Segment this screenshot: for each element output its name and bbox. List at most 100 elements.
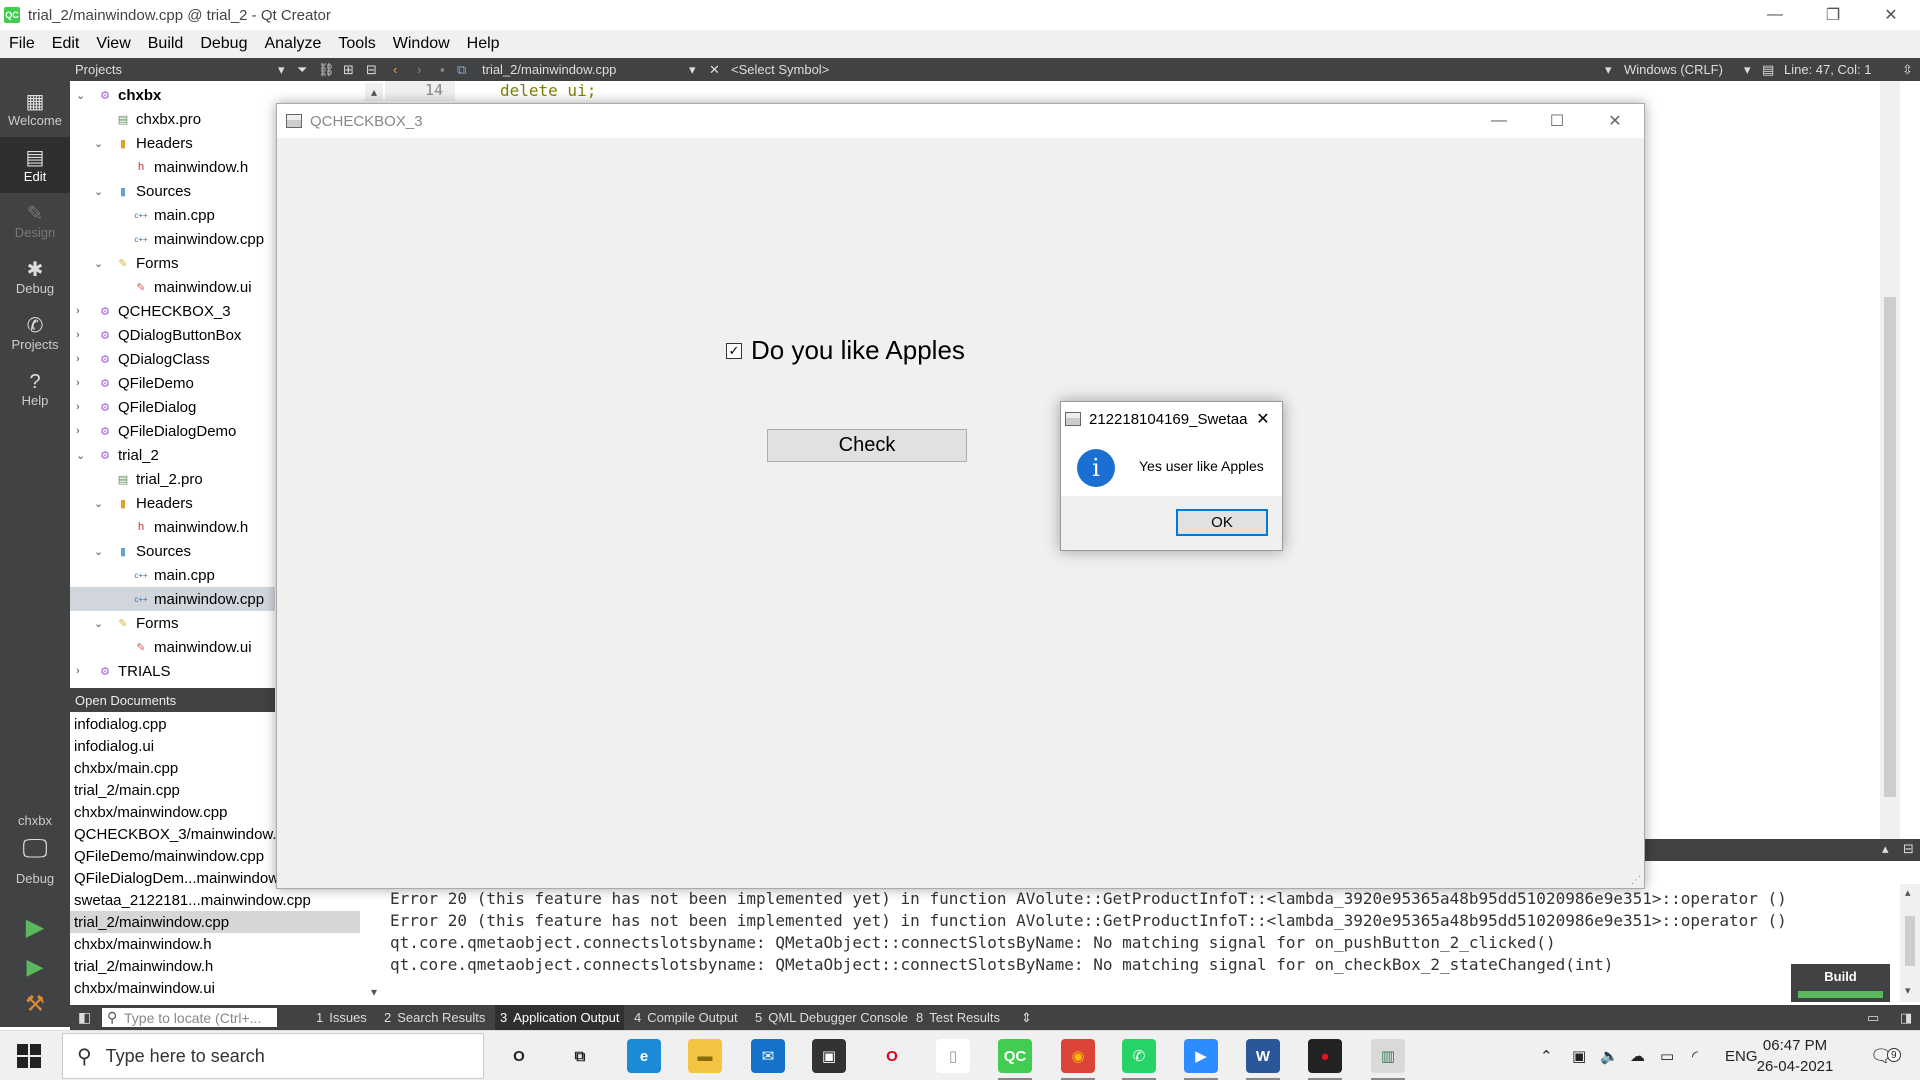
toggle-sidebar-icon[interactable]: ◧ [78, 1005, 91, 1030]
output-tab-test-results[interactable]: 8 Test Results [916, 1005, 1000, 1030]
tree-item[interactable]: h mainwindow.h [70, 515, 275, 539]
tree-item[interactable]: ⌄ ▮ Headers [70, 491, 275, 515]
mode-welcome[interactable]: ▦ Welcome [0, 81, 70, 137]
collapsed-arrow-icon[interactable]: › [76, 665, 86, 677]
show-hidden-icons-icon[interactable]: ⌃ [1540, 1031, 1553, 1080]
tree-item[interactable]: › ⚙ QFileDialog [70, 395, 275, 419]
file-dropdown-icon[interactable]: ▾ [689, 58, 696, 81]
task-view-icon[interactable]: ⧉ [563, 1039, 597, 1073]
close-sidebar-icon[interactable]: ⊟ [366, 58, 377, 81]
expanded-arrow-icon[interactable]: ⌄ [94, 257, 104, 270]
close-document-icon[interactable]: ✕ [709, 58, 720, 81]
battery-icon[interactable]: ▭ [1660, 1031, 1674, 1080]
split-icon[interactable]: ⊞ [343, 58, 354, 81]
collapsed-arrow-icon[interactable]: › [76, 305, 86, 317]
tree-item[interactable]: ✎ mainwindow.ui [70, 635, 275, 659]
mode-projects[interactable]: ✆ Projects [0, 305, 70, 361]
cursor-position[interactable]: Line: 47, Col: 1 [1784, 58, 1871, 81]
tree-item[interactable]: › ⚙ QDialogClass [70, 347, 275, 371]
checkbox-box[interactable]: ✓ [726, 342, 742, 359]
tree-item[interactable]: h mainwindow.h [70, 155, 275, 179]
editor-scrollbar[interactable] [1880, 81, 1900, 839]
line-endings-dropdown-icon[interactable]: ▾ [1744, 58, 1751, 81]
code-line[interactable]: delete ui; [500, 81, 596, 100]
open-document-item[interactable]: swetaa_2122181...mainwindow.cpp [70, 889, 360, 911]
tree-item[interactable]: › ⚙ QFileDemo [70, 371, 275, 395]
tree-item[interactable]: ⌄ ▮ Sources [70, 539, 275, 563]
taskbar-search-box[interactable]: ⚲ Type here to search [62, 1033, 484, 1079]
output-tab-qml-debugger-console[interactable]: 5 QML Debugger Console [755, 1005, 908, 1030]
menu-file[interactable]: File [0, 35, 43, 53]
forward-arrow-icon[interactable]: › [417, 58, 421, 81]
notepad-icon[interactable]: ▯ [936, 1039, 970, 1073]
tree-item[interactable]: ⌄ ▮ Headers [70, 131, 275, 155]
restore-icon[interactable]: ❐ [1804, 0, 1862, 30]
language-indicator[interactable]: ENG [1725, 1031, 1758, 1080]
maximize-pane-icon[interactable]: ▴ [1882, 841, 1889, 857]
message-box-close-icon[interactable]: ✕ [1248, 402, 1278, 436]
onedrive-icon[interactable]: ☁ [1630, 1031, 1645, 1080]
tree-item[interactable]: ✎ mainwindow.ui [70, 275, 275, 299]
run-icon[interactable]: ▶ [0, 913, 70, 942]
kit-config-label[interactable]: Debug [0, 871, 70, 886]
link-icon[interactable]: ⛓ [318, 58, 335, 81]
monitor-icon[interactable]: 🖵 [0, 833, 70, 865]
output-tab-compile-output[interactable]: 4 Compile Output [634, 1005, 738, 1030]
expanded-arrow-icon[interactable]: ⌄ [94, 137, 104, 150]
mode-edit[interactable]: ▤ Edit [0, 137, 70, 193]
expanded-arrow-icon[interactable]: ⌄ [94, 617, 104, 630]
menu-tools[interactable]: Tools [329, 35, 383, 53]
expanded-arrow-icon[interactable]: ⌄ [76, 449, 86, 462]
collapsed-arrow-icon[interactable]: › [76, 329, 86, 341]
qt-creator-icon[interactable]: QC [998, 1039, 1032, 1080]
resize-grip-icon[interactable]: ⋰ [1631, 875, 1641, 886]
output-scroll-up-icon[interactable]: ▴ [1905, 886, 1911, 899]
chrome-icon[interactable]: ◉ [1061, 1039, 1095, 1080]
store-icon[interactable]: ▣ [812, 1039, 846, 1073]
tree-item[interactable]: ▤ trial_2.pro [70, 467, 275, 491]
tree-item[interactable]: › ⚙ QCHECKBOX_3 [70, 299, 275, 323]
output-scrollbar[interactable]: ▴ ▾ [1900, 884, 1920, 1002]
tree-item[interactable]: ⌄ ✎ Forms [70, 611, 275, 635]
open-file-selector[interactable]: trial_2/mainwindow.cpp [482, 58, 616, 81]
docs-scroll-down-icon[interactable]: ▾ [366, 984, 382, 1000]
check-button[interactable]: Check [767, 429, 967, 462]
menu-window[interactable]: Window [384, 35, 458, 53]
mode-design[interactable]: ✎ Design [0, 193, 70, 249]
open-document-item[interactable]: trial_2/mainwindow.cpp [70, 911, 360, 933]
output-tab-issues[interactable]: 1 Issues [316, 1005, 367, 1030]
menu-debug[interactable]: Debug [191, 35, 255, 53]
menu-edit[interactable]: Edit [43, 35, 88, 53]
menu-view[interactable]: View [87, 35, 138, 53]
symbol-dropdown-icon[interactable]: ▾ [1605, 58, 1612, 81]
close-icon[interactable]: ✕ [1862, 0, 1920, 30]
tree-scroll-up-icon[interactable]: ▴ [365, 83, 383, 101]
split-editor-icon[interactable]: ⇳ [1902, 58, 1913, 81]
tree-item[interactable]: ▤ chxbx.pro [70, 107, 275, 131]
tree-item[interactable]: c++ mainwindow.cpp [70, 227, 275, 251]
view-dropdown-icon[interactable]: ▾ [278, 58, 285, 81]
word-icon[interactable]: W [1246, 1039, 1280, 1080]
tree-item[interactable]: ⌄ ⚙ trial_2 [70, 443, 275, 467]
wifi-icon[interactable]: ◜ [1692, 1031, 1698, 1080]
tree-item[interactable]: › ⚙ TRIALS [70, 659, 275, 683]
open-document-item[interactable]: trial_2/mainwindow.h [70, 955, 360, 977]
collapsed-arrow-icon[interactable]: › [76, 377, 86, 389]
menu-build[interactable]: Build [139, 35, 192, 53]
mode-debug[interactable]: ✱ Debug [0, 249, 70, 305]
cortana-icon[interactable]: O [502, 1039, 536, 1073]
locator-input[interactable]: ⚲ Type to locate (Ctrl+... [102, 1008, 277, 1027]
open-document-item[interactable]: chxbx/mainwindow.h [70, 933, 360, 955]
tree-item[interactable]: › ⚙ QFileDialogDemo [70, 419, 275, 443]
back-arrow-icon[interactable]: ‹ [393, 58, 397, 81]
windows-start-icon[interactable] [17, 1044, 41, 1068]
tree-item[interactable]: ⌄ ⚙ chxbx [70, 83, 275, 107]
ok-button[interactable]: OK [1176, 509, 1268, 536]
mail-icon[interactable]: ✉ [751, 1039, 785, 1073]
taskbar-clock[interactable]: 06:47 PM 26-04-2021 [1755, 1035, 1835, 1077]
tree-item[interactable]: › ⚙ QDialogButtonBox [70, 323, 275, 347]
build-hammer-icon[interactable]: ⚒ [0, 991, 70, 1017]
line-endings-selector[interactable]: Windows (CRLF) [1624, 58, 1723, 81]
open-document-item[interactable]: chxbx/mainwindow.ui [70, 977, 360, 999]
tree-item[interactable]: ⌄ ▮ Sources [70, 179, 275, 203]
